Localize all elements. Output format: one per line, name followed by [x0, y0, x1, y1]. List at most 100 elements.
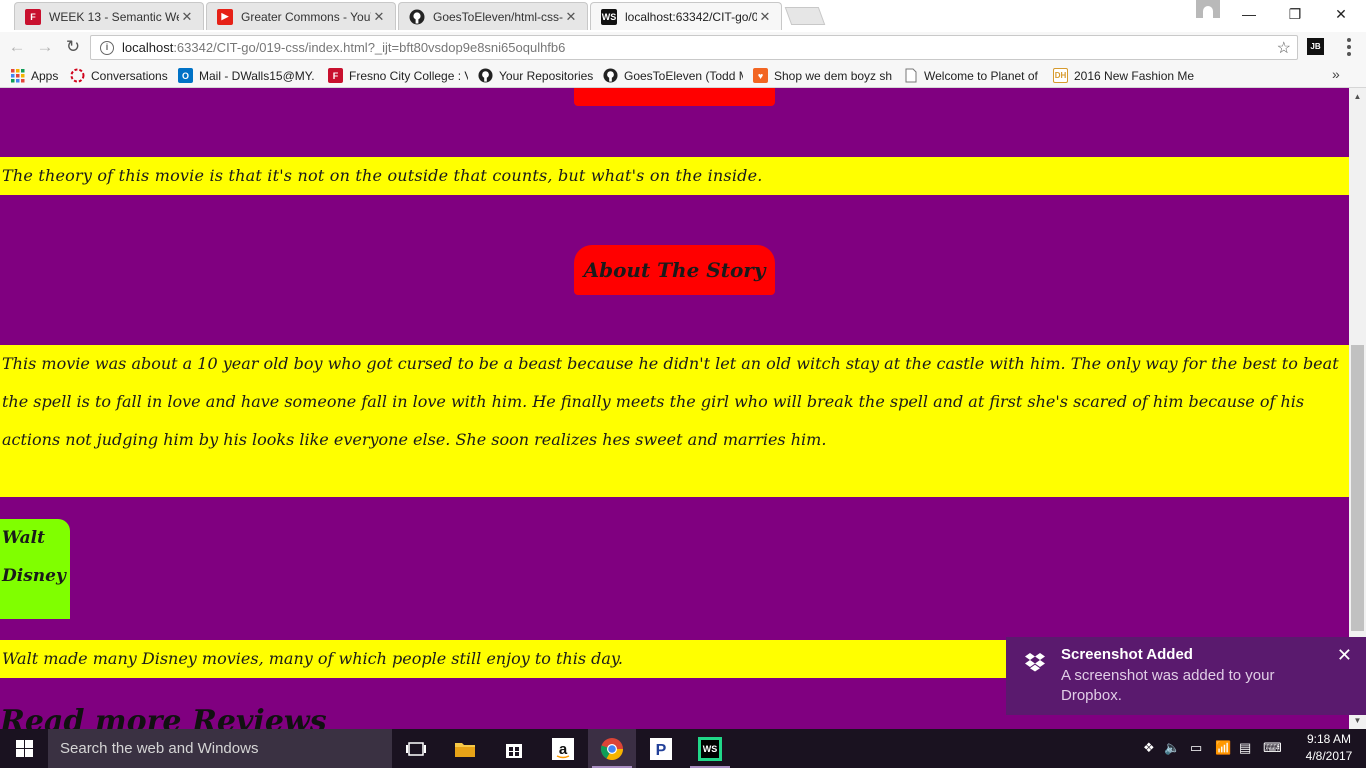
tab-close-icon[interactable]: ✕	[179, 9, 195, 25]
back-arrow-icon[interactable]: ←	[6, 36, 28, 58]
svg-text:P: P	[656, 742, 667, 759]
page-scrollbar[interactable]: ▲ ▼	[1349, 88, 1366, 729]
walt-disney-box: Walt Disney	[0, 519, 70, 619]
tab-goestoeleven[interactable]: GoesToEleven/html-css- ✕	[398, 2, 588, 30]
bookmark-planet[interactable]: Welcome to Planet of	[903, 67, 1043, 84]
theory-section: The theory of this movie is that it's no…	[0, 157, 1349, 195]
disney-label: Disney	[2, 566, 66, 586]
taskbar-search-placeholder: Search the web and Windows	[60, 740, 259, 757]
bookmark-fresno[interactable]: F Fresno City College : V	[328, 67, 468, 84]
bookmark-goestoeleven[interactable]: GoesToEleven (Todd M	[603, 67, 743, 84]
bookmark-star-icon[interactable]: ☆	[1277, 38, 1291, 58]
bookmark-your-repositories[interactable]: Your Repositories	[478, 67, 596, 84]
tab-localhost[interactable]: WS localhost:63342/CIT-go/0 ✕	[590, 2, 782, 30]
close-window-icon[interactable]: ✕	[1318, 0, 1364, 28]
walt-text: Walt made many Disney movies, many of wh…	[2, 649, 623, 668]
tab-title: Greater Commons - YouT	[241, 9, 371, 24]
bookmark-label: Your Repositories	[499, 68, 594, 83]
windows-start-icon[interactable]	[0, 729, 48, 768]
fresno-city-college-icon: F	[328, 68, 343, 83]
battery-icon[interactable]: ▭	[1190, 740, 1202, 756]
bookmark-label: GoesToEleven (Todd M	[624, 68, 743, 83]
theory-text: The theory of this movie is that it's no…	[2, 166, 763, 185]
tab-close-icon[interactable]: ✕	[371, 9, 387, 25]
chrome-menu-icon[interactable]	[1340, 36, 1358, 58]
more-reviews-heading[interactable]: Read more Reviews	[0, 704, 327, 729]
taskbar-search-box[interactable]: Search the web and Windows	[48, 729, 392, 768]
dropbox-notification[interactable]: Screenshot Added A screenshot was added …	[1006, 637, 1366, 715]
apps-grid-icon	[10, 68, 25, 83]
svg-text:WS: WS	[703, 744, 718, 754]
bookmark-label: Apps	[31, 68, 59, 83]
keyboard-icon[interactable]: ⌨	[1263, 740, 1282, 756]
tab-strip: F WEEK 13 - Semantic Web ✕ ▶ Greater Com…	[0, 0, 1366, 32]
tab-week13[interactable]: F WEEK 13 - Semantic Web ✕	[14, 2, 204, 30]
bookmark-conversations[interactable]: Conversations	[70, 67, 172, 84]
info-icon[interactable]: i	[100, 40, 114, 55]
github-icon	[409, 9, 425, 25]
github-icon	[478, 68, 493, 83]
fresno-city-college-icon: F	[25, 8, 41, 25]
github-icon	[603, 68, 618, 83]
story-section: This movie was about a 10 year old boy w…	[0, 345, 1349, 497]
chrome-icon[interactable]	[588, 729, 636, 768]
tab-title: WEEK 13 - Semantic Web	[49, 9, 179, 24]
outlook-icon: O	[178, 68, 193, 83]
tab-title: GoesToEleven/html-css-	[433, 9, 563, 24]
about-story-heading: About The Story	[574, 245, 775, 295]
pandora-icon[interactable]: P	[637, 729, 685, 768]
bookmark-label: Mail - DWalls15@MY.	[199, 68, 315, 83]
url-path: :63342/CIT-go/019-css/index.html?_ijt=bf…	[173, 40, 566, 55]
story-text: This movie was about a 10 year old boy w…	[2, 354, 1339, 449]
tab-title: localhost:63342/CIT-go/0	[625, 9, 757, 24]
bookmarks-bar: Apps Conversations O Mail - DWalls15@MY.…	[0, 62, 1366, 88]
heading-box-partial	[574, 88, 775, 106]
file-explorer-icon[interactable]	[441, 729, 489, 768]
notification-body: A screenshot was added to your Dropbox.	[1061, 667, 1275, 704]
amazon-icon[interactable]: a	[539, 729, 587, 768]
dropbox-tray-icon[interactable]: ❖	[1143, 740, 1155, 756]
conversations-icon	[70, 68, 85, 83]
walt-section: Walt made many Disney movies, many of wh…	[0, 640, 1010, 678]
shop-bag-icon: ♥	[753, 68, 768, 83]
bookmark-label: Shop we dem boyz sh	[774, 68, 893, 83]
page-viewport: The theory of this movie is that it's no…	[0, 88, 1349, 729]
scroll-up-arrow-icon[interactable]: ▲	[1349, 88, 1366, 105]
volume-icon[interactable]: 🔈	[1164, 740, 1180, 756]
windows-taskbar: Search the web and Windows a P WS ❖ 🔈 ▭ …	[0, 729, 1366, 768]
notification-close-icon[interactable]: ✕	[1337, 645, 1352, 666]
bookmarks-overflow-icon[interactable]: »	[1332, 66, 1340, 82]
task-view-icon[interactable]	[392, 729, 440, 768]
webstorm-icon: WS	[601, 8, 617, 25]
webstorm-icon[interactable]: WS	[686, 729, 734, 768]
bookmark-apps[interactable]: Apps	[10, 67, 66, 84]
address-bar[interactable]: i localhost:63342/CIT-go/019-css/index.h…	[90, 35, 1298, 60]
taskbar-clock[interactable]: 9:18 AM 4/8/2017	[1298, 731, 1360, 765]
tab-close-icon[interactable]: ✕	[563, 9, 579, 25]
bookmark-label: Conversations	[91, 68, 168, 83]
tab-greater-commons[interactable]: ▶ Greater Commons - YouT ✕	[206, 2, 396, 30]
clock-date: 4/8/2017	[1305, 749, 1353, 763]
tab-close-icon[interactable]: ✕	[757, 9, 773, 25]
page-icon	[903, 68, 918, 83]
store-icon[interactable]	[490, 729, 538, 768]
browser-toolbar: ← → ↻ i localhost:63342/CIT-go/019-css/i…	[0, 32, 1366, 62]
minimize-icon[interactable]: —	[1226, 0, 1272, 28]
clock-time: 9:18 AM	[1306, 732, 1352, 746]
bookmark-mail[interactable]: O Mail - DWalls15@MY.	[178, 67, 320, 84]
jetbrains-extension-icon[interactable]: JB	[1307, 38, 1324, 55]
scroll-thumb[interactable]	[1351, 345, 1364, 631]
action-center-icon[interactable]: ▤	[1239, 740, 1251, 756]
reload-icon[interactable]: ↻	[62, 36, 84, 58]
profile-icon[interactable]	[1196, 0, 1220, 18]
url-host: localhost	[122, 40, 174, 55]
dh-icon: DH	[1053, 68, 1068, 83]
bookmark-fashion[interactable]: DH 2016 New Fashion Me	[1053, 67, 1195, 84]
forward-arrow-icon[interactable]: →	[34, 36, 56, 58]
dropbox-icon	[1024, 651, 1046, 673]
wifi-icon[interactable]: 📶	[1215, 740, 1231, 756]
bookmark-label: Fresno City College : V	[349, 68, 468, 83]
bookmark-shop[interactable]: ♥ Shop we dem boyz sh	[753, 67, 893, 84]
new-tab-button[interactable]	[784, 7, 826, 25]
restore-icon[interactable]: ❐	[1272, 0, 1318, 28]
